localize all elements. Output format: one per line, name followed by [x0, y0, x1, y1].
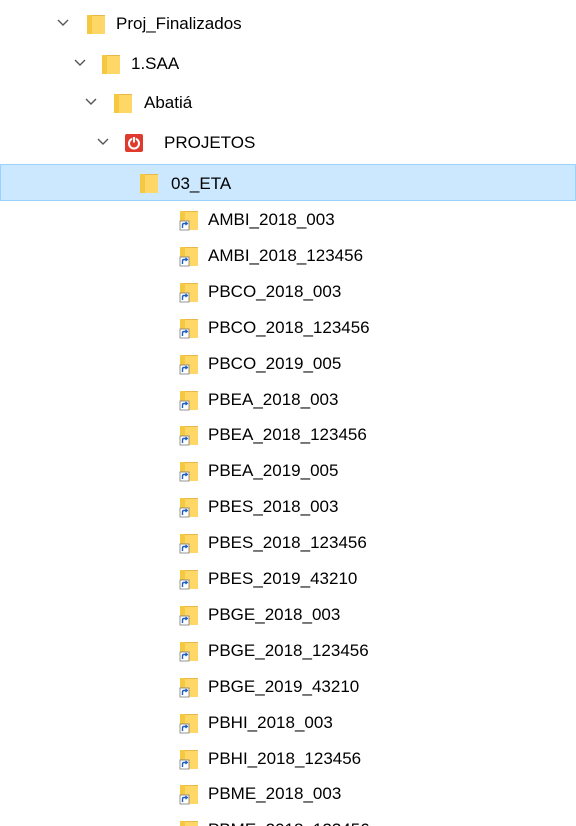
- shortcut-label: PBGE_2018_003: [208, 605, 341, 624]
- tree-item-label: Abatiá: [144, 93, 193, 112]
- folder-shortcut-icon: [179, 460, 199, 482]
- shortcut-item[interactable]: PBES_2018_123456: [0, 526, 576, 559]
- tree-item-1-saa[interactable]: 1.SAA: [0, 47, 576, 80]
- tree-item-abatia[interactable]: Abatiá: [0, 86, 576, 119]
- shortcut-label: PBES_2018_003: [208, 497, 339, 516]
- shortcut-label: PBEA_2018_123456: [208, 425, 367, 444]
- tree-item-proj-finalizados[interactable]: Proj_Finalizados: [0, 7, 576, 40]
- shortcut-label: PBGE_2019_43210: [208, 677, 360, 696]
- shortcut-item[interactable]: PBHI_2018_123456: [0, 742, 576, 775]
- shortcut-item[interactable]: PBCO_2018_123456: [0, 311, 576, 344]
- folder-shortcut-icon: [179, 532, 199, 554]
- shortcut-label: PBGE_2018_123456: [208, 641, 369, 660]
- folder-shortcut-icon: [179, 424, 199, 446]
- tree-item-projetos[interactable]: PROJETOS: [0, 126, 576, 159]
- shortcut-item[interactable]: PBEA_2018_123456: [0, 418, 576, 451]
- shortcut-label: AMBI_2018_003: [208, 210, 335, 229]
- shortcut-item[interactable]: PBHI_2018_003: [0, 706, 576, 739]
- folder-shortcut-icon: [179, 317, 199, 339]
- folder-icon: [101, 53, 121, 75]
- shortcut-label: PBME_2018_003: [208, 784, 342, 803]
- chevron-down-icon[interactable]: [96, 135, 110, 149]
- tree-item-label: PROJETOS: [164, 133, 256, 152]
- tree-item-03-eta[interactable]: 03_ETA: [0, 164, 576, 201]
- folder-shortcut-icon: [179, 353, 199, 375]
- chevron-down-icon[interactable]: [56, 16, 70, 30]
- folder-icon: [139, 172, 159, 194]
- shortcut-label: PBES_2019_43210: [208, 569, 358, 588]
- folder-icon: [113, 92, 133, 114]
- shortcut-label: PBEA_2019_005: [208, 461, 339, 480]
- shortcut-item[interactable]: PBGE_2018_003: [0, 598, 576, 631]
- shortcut-item[interactable]: PBCO_2018_003: [0, 275, 576, 308]
- folder-shortcut-icon: [179, 209, 199, 231]
- shortcut-item[interactable]: PBGE_2018_123456: [0, 634, 576, 667]
- shortcut-label: PBHI_2018_003: [208, 713, 333, 732]
- folder-shortcut-icon: [179, 783, 199, 805]
- shortcut-label: AMBI_2018_123456: [208, 246, 364, 265]
- shortcut-label: PBHI_2018_123456: [208, 749, 362, 768]
- shortcut-item[interactable]: PBGE_2019_43210: [0, 670, 576, 703]
- chevron-down-icon[interactable]: [84, 95, 98, 109]
- folder-shortcut-icon: [179, 389, 199, 411]
- shortcut-item[interactable]: PBEA_2019_005: [0, 454, 576, 487]
- folder-shortcut-icon: [179, 245, 199, 267]
- shortcut-label: PBCO_2018_123456: [208, 318, 370, 337]
- shortcut-label: PBES_2018_123456: [208, 533, 367, 552]
- folder-shortcut-icon: [179, 676, 199, 698]
- shortcut-label: PBME_2018_123456: [208, 820, 370, 826]
- shortcut-item[interactable]: PBES_2018_003: [0, 490, 576, 523]
- folder-tree: Proj_Finalizados 1.SAA Abatiá PROJETOS 0…: [0, 0, 576, 826]
- shortcut-label: PBCO_2018_003: [208, 282, 342, 301]
- folder-shortcut-icon: [179, 748, 199, 770]
- tree-item-label: Proj_Finalizados: [116, 14, 242, 33]
- folder-shortcut-icon: [179, 496, 199, 518]
- shortcut-item[interactable]: AMBI_2018_003: [0, 203, 576, 236]
- tree-item-label: 03_ETA: [171, 174, 232, 193]
- folder-shortcut-icon: [179, 604, 199, 626]
- folder-shortcut-icon: [179, 819, 199, 826]
- tree-item-label: 1.SAA: [131, 54, 180, 73]
- shortcut-item[interactable]: PBES_2019_43210: [0, 562, 576, 595]
- shortcut-item[interactable]: PBCO_2019_005: [0, 347, 576, 380]
- folder-icon: [86, 13, 106, 35]
- shortcut-item[interactable]: PBME_2018_123456: [0, 813, 576, 826]
- power-folder-icon: [124, 133, 144, 155]
- folder-shortcut-icon: [179, 568, 199, 590]
- shortcut-label: PBEA_2018_003: [208, 390, 339, 409]
- folder-shortcut-icon: [179, 281, 199, 303]
- shortcut-item[interactable]: AMBI_2018_123456: [0, 239, 576, 272]
- folder-shortcut-icon: [179, 712, 199, 734]
- shortcut-item[interactable]: PBME_2018_003: [0, 777, 576, 810]
- shortcut-label: PBCO_2019_005: [208, 354, 342, 373]
- shortcut-item[interactable]: PBEA_2018_003: [0, 383, 576, 416]
- folder-shortcut-icon: [179, 640, 199, 662]
- chevron-down-icon[interactable]: [73, 56, 87, 70]
